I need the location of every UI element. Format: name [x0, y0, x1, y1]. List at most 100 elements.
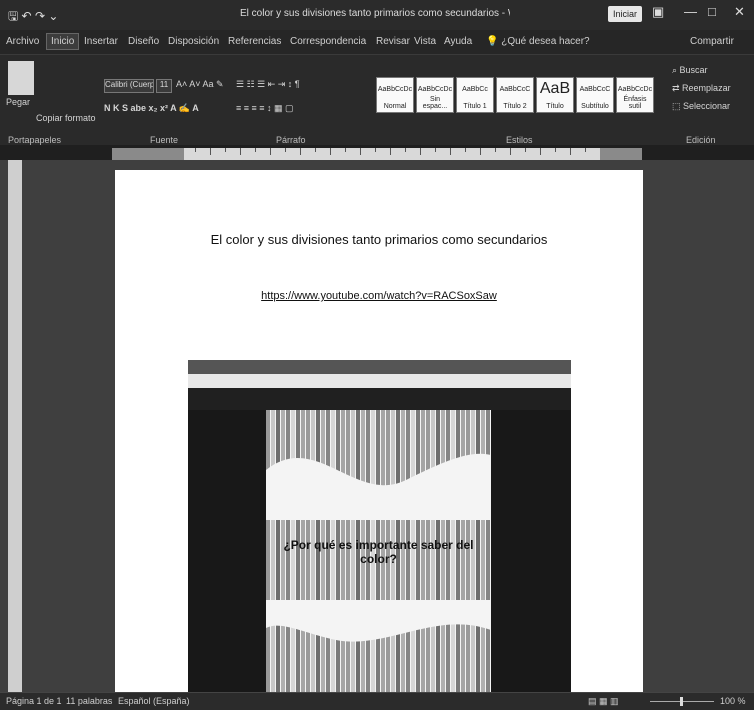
- font-format-icons[interactable]: N K S abe x₂ x² A ✍ A: [104, 103, 199, 114]
- style-sin-espaciado[interactable]: AaBbCcDc Sin espac...: [416, 77, 454, 113]
- tab-disposicion[interactable]: Disposición: [168, 36, 219, 47]
- youtube-link[interactable]: https://www.youtube.com/watch?v=RACSoxSa…: [115, 290, 643, 302]
- ruler-tick: [585, 148, 586, 152]
- close-button[interactable]: ✕: [734, 4, 745, 20]
- copy-format-button[interactable]: Copiar formato: [36, 113, 96, 123]
- style-label: Énfasis sutil: [623, 96, 647, 110]
- quick-access-toolbar[interactable]: 🖫 ↶ ↷ ⌄: [8, 7, 58, 28]
- tab-correspondencia[interactable]: Correspondencia: [290, 36, 366, 47]
- youtube-header: [188, 388, 571, 410]
- style-label: Título 2: [503, 103, 527, 110]
- ruler-tick: [540, 148, 541, 155]
- zoom-level[interactable]: 100 %: [720, 696, 746, 706]
- style-titulo-1[interactable]: AaBbCc Título 1: [456, 77, 494, 113]
- zoom-slider-thumb[interactable]: [680, 697, 683, 706]
- ruler-tick: [405, 148, 406, 152]
- tab-ayuda[interactable]: Ayuda: [444, 36, 472, 47]
- tab-diseno[interactable]: Diseño: [128, 36, 159, 47]
- ruler-tick: [285, 148, 286, 152]
- window-title: El color y sus divisiones tanto primario…: [240, 8, 510, 19]
- style-enfasis-sutil[interactable]: AaBbCcDc Énfasis sutil: [616, 77, 654, 113]
- group-label-clipboard: Portapapeles: [8, 135, 62, 145]
- ruler-tick: [240, 148, 241, 155]
- share-button[interactable]: Compartir: [690, 36, 734, 47]
- document-page[interactable]: El color y sus divisiones tanto primario…: [115, 170, 643, 692]
- ruler-tick: [480, 148, 481, 155]
- group-label-font: Fuente: [150, 135, 179, 145]
- view-mode-icons[interactable]: ▤ ▦ ▥: [588, 696, 619, 707]
- tell-me-search[interactable]: 💡 ¿Qué desea hacer?: [486, 36, 590, 47]
- ruler-tick: [495, 148, 496, 152]
- ruler-tick: [555, 148, 556, 152]
- style-sample: AaBbCc: [462, 86, 488, 93]
- video-frame: ¿Por qué es importante saber del color?: [266, 410, 491, 692]
- ruler-tick: [300, 148, 301, 155]
- paragraph-list-icons[interactable]: ☰ ☷ ☰ ⇤ ⇥ ↕ ¶: [236, 79, 300, 90]
- font-size-select[interactable]: 11: [156, 79, 172, 93]
- replace-label: Reemplazar: [682, 83, 731, 93]
- style-label: Normal: [383, 103, 407, 110]
- style-label: Subtítulo: [581, 103, 609, 110]
- word-count[interactable]: 11 palabras: [66, 696, 112, 706]
- minimize-button[interactable]: —: [684, 4, 697, 19]
- ribbon: Pegar Copiar formato Calibri (Cuerpo) 11…: [0, 55, 754, 145]
- tab-insertar[interactable]: Insertar: [84, 36, 118, 47]
- wave-shape-bottom: [266, 600, 491, 642]
- maximize-button[interactable]: □: [708, 4, 716, 19]
- embedded-screenshot[interactable]: ¿Por qué es importante saber del color?: [188, 360, 571, 692]
- ruler-tick: [255, 148, 256, 152]
- style-sample: AaBbCcC: [579, 86, 611, 93]
- ruler-tick: [270, 148, 271, 155]
- group-label-editing: Edición: [686, 135, 716, 145]
- ruler-tick: [330, 148, 331, 155]
- horizontal-ruler[interactable]: [112, 148, 642, 160]
- select-button[interactable]: ⬚ Seleccionar: [672, 101, 730, 112]
- ruler-tick: [360, 148, 361, 155]
- paste-label: Pegar: [6, 97, 31, 107]
- ruler-tick: [210, 148, 211, 155]
- style-subtitulo[interactable]: AaBbCcC Subtítulo: [576, 77, 614, 113]
- ruler-tick: [195, 148, 196, 152]
- find-label: Buscar: [679, 65, 708, 75]
- find-button[interactable]: ⌕ Buscar: [672, 65, 708, 76]
- tab-inicio[interactable]: Inicio: [46, 33, 80, 50]
- ruler-tick: [390, 148, 391, 155]
- ruler-tick: [315, 148, 316, 152]
- style-sample: AaBbCcDc: [417, 86, 453, 93]
- ruler-tick: [465, 148, 466, 152]
- ruler-tick: [525, 148, 526, 152]
- ruler-tick: [225, 148, 226, 152]
- ruler-right-margin: [600, 148, 642, 160]
- style-titulo-2[interactable]: AaBbCcC Título 2: [496, 77, 534, 113]
- ruler-tick: [375, 148, 376, 152]
- browser-tab-bar: [188, 360, 571, 374]
- font-name-select[interactable]: Calibri (Cuerpo): [104, 79, 154, 93]
- group-label-styles: Estilos: [506, 135, 533, 145]
- select-label: Seleccionar: [683, 101, 731, 111]
- vertical-ruler: [8, 160, 22, 692]
- ruler-tick: [435, 148, 436, 152]
- paste-icon[interactable]: [8, 61, 34, 95]
- tab-vista[interactable]: Vista: [414, 36, 436, 47]
- style-normal[interactable]: AaBbCcDc Normal: [376, 77, 414, 113]
- ribbon-display-icon[interactable]: ▣: [652, 4, 664, 20]
- ruler-tick: [510, 148, 511, 155]
- page-count[interactable]: Página 1 de 1: [6, 696, 62, 706]
- style-titulo[interactable]: AaB Título: [536, 77, 574, 113]
- style-sample: AaBbCcDc: [377, 86, 413, 93]
- ruler-tick: [450, 148, 451, 155]
- tab-referencias[interactable]: Referencias: [228, 36, 281, 47]
- language-status[interactable]: Español (España): [118, 696, 190, 706]
- tab-archivo[interactable]: Archivo: [6, 36, 39, 47]
- replace-button[interactable]: ⇄ Reemplazar: [672, 83, 731, 94]
- ruler-tick: [345, 148, 346, 152]
- tell-me-label: ¿Qué desea hacer?: [501, 36, 590, 47]
- style-label: Título: [546, 103, 564, 110]
- signin-button[interactable]: Iniciar: [608, 6, 642, 22]
- paragraph-align-icons[interactable]: ≡ ≡ ≡ ≡ ↕ ▦ ▢: [236, 103, 294, 114]
- browser-address-bar: [188, 374, 571, 388]
- tab-revisar[interactable]: Revisar: [376, 36, 410, 47]
- font-grow-icons[interactable]: A˄ A˅ Aa ✎: [176, 79, 224, 90]
- video-caption: ¿Por qué es importante saber del color?: [283, 538, 474, 566]
- status-bar: Página 1 de 1 11 palabras Español (Españ…: [0, 692, 754, 710]
